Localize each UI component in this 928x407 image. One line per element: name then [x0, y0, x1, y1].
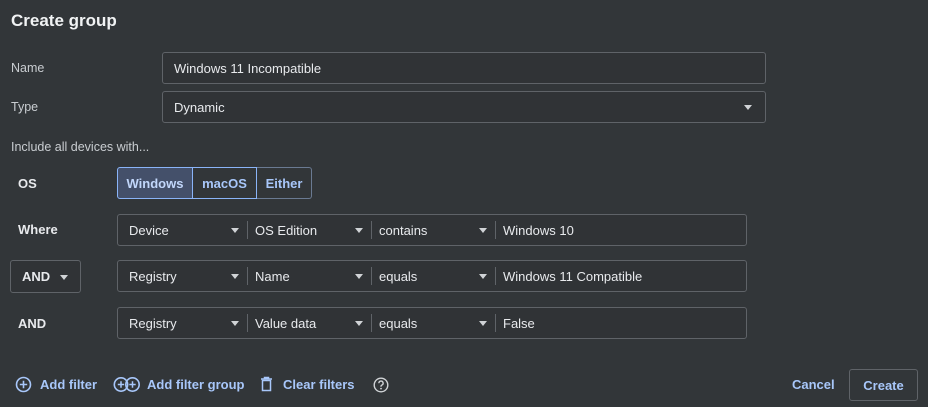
help-icon[interactable]	[373, 377, 389, 396]
add-filter-group-button[interactable]: Add filter group	[113, 376, 245, 393]
chevron-down-icon	[231, 321, 239, 326]
chevron-down-icon	[479, 321, 487, 326]
filter-operator: AND	[18, 316, 47, 331]
chevron-down-icon	[355, 228, 363, 233]
filter-operator: Where	[18, 222, 58, 237]
clear-filters-label: Clear filters	[283, 376, 355, 392]
add-filter-label: Add filter	[40, 377, 98, 392]
os-segmented-control: Windows macOS Either	[117, 167, 312, 199]
filter-attribute-select[interactable]: OS Edition	[248, 215, 372, 245]
dialog-title: Create group	[11, 11, 117, 30]
add-filter-button[interactable]: Add filter	[15, 376, 97, 393]
name-input[interactable]: Windows 11 Incompatible	[162, 52, 766, 84]
name-label: Name	[11, 61, 45, 75]
os-label: OS	[18, 176, 37, 191]
name-input-value: Windows 11 Incompatible	[174, 60, 322, 76]
os-option-windows[interactable]: Windows	[117, 167, 193, 199]
chevron-down-icon	[479, 228, 487, 233]
create-button[interactable]: Create	[849, 369, 918, 401]
filter-category-select[interactable]: Registry	[118, 261, 248, 291]
filter-value-text: False	[503, 315, 535, 331]
filter-operator-select[interactable]: AND	[10, 260, 81, 293]
type-select[interactable]: Dynamic	[162, 91, 766, 123]
filter-category-select[interactable]: Device	[118, 215, 248, 245]
filter-attribute-select[interactable]: Value data	[248, 308, 372, 338]
chevron-down-icon	[231, 274, 239, 279]
filter-category-value: Registry	[129, 268, 177, 284]
filter-category-value: Registry	[129, 315, 177, 331]
clear-filters-button[interactable]: Clear filters	[260, 376, 355, 392]
trash-icon	[261, 376, 272, 392]
add-filter-group-label: Add filter group	[147, 377, 245, 392]
filter-value-input[interactable]: False	[496, 308, 746, 338]
filter-operator-value: AND	[22, 269, 51, 284]
filter-value-text: Windows 11 Compatible	[503, 268, 643, 284]
chevron-down-icon	[60, 275, 68, 280]
filter-attribute-value: Value data	[255, 315, 317, 331]
cancel-button[interactable]: Cancel	[792, 377, 835, 392]
filter-comparison-select[interactable]: equals	[372, 308, 496, 338]
type-select-value: Dynamic	[174, 99, 225, 115]
filter-attribute-select[interactable]: Name	[248, 261, 372, 291]
filter-value-input[interactable]: Windows 11 Compatible	[496, 261, 746, 291]
chevron-down-icon	[355, 321, 363, 326]
filter-comparison-value: equals	[379, 315, 418, 331]
chevron-down-icon	[479, 274, 487, 279]
filter-row: Registry Name equals Windows 11 Compatib…	[117, 260, 747, 292]
include-devices-text: Include all devices with...	[11, 140, 150, 154]
filter-value-input[interactable]: Windows 10	[496, 215, 746, 245]
chevron-down-icon	[744, 105, 752, 110]
os-option-macos[interactable]: macOS	[193, 167, 257, 199]
filter-category-value: Device	[129, 222, 169, 238]
filter-row: Registry Value data equals False	[117, 307, 747, 339]
filter-row: Device OS Edition contains Windows 10	[117, 214, 747, 246]
filter-attribute-value: OS Edition	[255, 222, 318, 238]
filter-attribute-value: Name	[255, 268, 290, 284]
filter-category-select[interactable]: Registry	[118, 308, 248, 338]
add-circle-icon	[15, 376, 32, 393]
filter-comparison-select[interactable]: equals	[372, 261, 496, 291]
filter-comparison-value: equals	[379, 268, 418, 284]
filter-comparison-value: contains	[379, 222, 428, 238]
filter-comparison-select[interactable]: contains	[372, 215, 496, 245]
add-group-icon	[113, 377, 140, 392]
chevron-down-icon	[355, 274, 363, 279]
type-label: Type	[11, 100, 39, 114]
chevron-down-icon	[231, 228, 239, 233]
filter-value-text: Windows 10	[503, 222, 574, 238]
os-option-either[interactable]: Either	[257, 167, 312, 199]
